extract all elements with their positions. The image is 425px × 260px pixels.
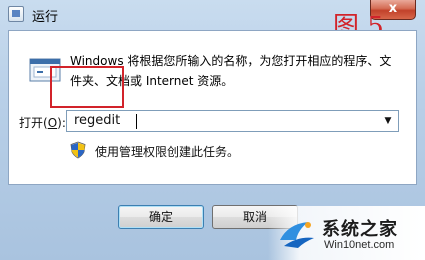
window-title: 运行 <box>32 10 59 25</box>
watermark-title: 系统之家 <box>322 219 398 240</box>
ok-button[interactable]: 确定 <box>118 205 204 229</box>
command-combobox[interactable]: regedit ▼ <box>66 110 399 132</box>
chevron-down-icon[interactable]: ▼ <box>381 111 395 131</box>
watermark-logo-icon <box>280 222 314 248</box>
annotation-highlight-box <box>50 66 124 108</box>
open-label: 打开(O): <box>19 116 66 130</box>
command-input[interactable]: regedit <box>74 112 120 130</box>
admin-note: 使用管理权限创建此任务。 <box>95 145 240 159</box>
watermark: 系统之家 Win10net.com <box>268 206 425 260</box>
watermark-url: Win10net.com <box>324 239 395 251</box>
run-window-icon <box>8 6 24 22</box>
text-caret <box>136 114 137 129</box>
uac-shield-icon <box>70 141 86 159</box>
run-dialog: 运行 x 图 5 Windows 将根据您所输入的名称，为您打开相应的程序、文件… <box>0 0 425 260</box>
